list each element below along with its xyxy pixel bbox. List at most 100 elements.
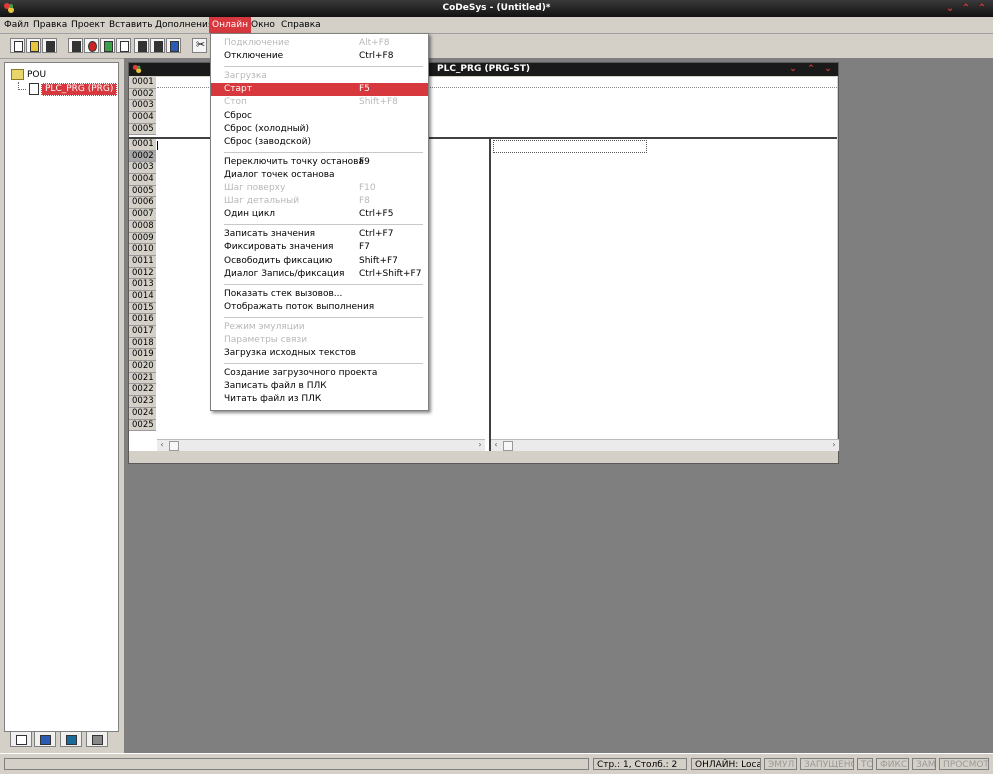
menu-separator [224, 224, 423, 226]
line-number: 0021 [129, 373, 156, 385]
build-button[interactable] [68, 38, 83, 53]
scroll-thumb[interactable] [169, 441, 179, 451]
menu-file[interactable]: Файл [1, 17, 32, 33]
menu-item-label: Стоп [224, 97, 247, 108]
tree-root-pou[interactable]: POU [11, 69, 46, 80]
menu-item[interactable]: Загрузка исходных текстов [211, 347, 428, 360]
line-number: 0005 [129, 124, 156, 136]
scroll-left-arrow[interactable]: ‹ [491, 440, 501, 450]
menu-item[interactable]: Записать значения Ctrl+F7 [211, 228, 428, 241]
menu-item-shortcut: F7 [359, 242, 370, 253]
menu-item[interactable]: Читать файл из ПЛК [211, 393, 428, 406]
menu-edit[interactable]: Правка [30, 17, 70, 33]
maximize-button[interactable]: ⌃ [959, 3, 973, 14]
data-types-icon [40, 735, 51, 745]
status-overwrite: ЗАМ [912, 758, 936, 770]
menu-separator [224, 316, 423, 318]
scroll-thumb[interactable] [503, 441, 513, 451]
menu-item-label: Диалог точек останова [224, 169, 335, 180]
stop-icon [138, 41, 147, 52]
menu-item[interactable]: Один цикл Ctrl+F5 [211, 208, 428, 221]
menu-item-label: Режим эмуляции [224, 321, 305, 332]
menu-window[interactable]: Окно [248, 17, 278, 33]
scroll-left-arrow[interactable]: ‹ [157, 440, 167, 450]
menu-item-label: Загрузка [224, 71, 267, 82]
tab-visualizations[interactable] [60, 731, 82, 747]
menu-separator [224, 283, 423, 285]
menu-insert[interactable]: Вставить [106, 17, 156, 33]
save-disk-icon [46, 41, 55, 52]
menu-help[interactable]: Справка [278, 17, 324, 33]
stop-button[interactable] [134, 38, 149, 53]
menu-item-label: Отображать поток выполнения [224, 301, 375, 312]
open-file-button[interactable] [26, 38, 41, 53]
menu-item-label: Шаг поверху [224, 183, 286, 193]
menu-item[interactable]: Переключить точку останова F9 [211, 156, 428, 169]
menu-item: Подключение Alt+F8 [211, 37, 428, 50]
login-icon [88, 41, 97, 52]
logout-button[interactable] [100, 38, 115, 53]
menu-item[interactable]: Отображать поток выполнения [211, 301, 428, 314]
line-number: 0016 [129, 314, 156, 326]
menu-item[interactable]: Диалог точек останова [211, 169, 428, 182]
menu-item[interactable]: Создание загрузочного проекта [211, 367, 428, 380]
menu-item[interactable]: Старт F5 [211, 83, 428, 97]
line-number: 0018 [129, 338, 156, 350]
tab-pous[interactable] [10, 731, 32, 747]
menu-item[interactable]: Фиксировать значения F7 [211, 241, 428, 254]
menu-item-label: Фиксировать значения [224, 242, 334, 253]
menu-extras[interactable]: Дополнения [152, 17, 216, 33]
menu-item[interactable]: Показать стек вызовов... [211, 288, 428, 301]
menu-item-label: Шаг детальный [224, 196, 300, 207]
tab-data-types[interactable] [34, 731, 56, 747]
step-over-button[interactable] [150, 38, 165, 53]
menu-item-label: Старт [224, 84, 252, 95]
scroll-right-arrow[interactable]: › [475, 440, 485, 450]
document-icon [29, 83, 39, 95]
menu-item-label: Создание загрузочного проекта [224, 368, 378, 379]
new-file-button[interactable] [10, 38, 25, 53]
menu-separator [224, 151, 423, 153]
cut-button[interactable]: ✂ [192, 38, 207, 53]
build-icon [72, 41, 81, 52]
line-number: 0019 [129, 349, 156, 362]
status-running: ЗАПУЩЕНО [800, 758, 854, 770]
online-login-button[interactable] [84, 38, 99, 53]
line-number: 0006 [129, 197, 156, 210]
tab-resources[interactable] [86, 731, 108, 747]
line-number: 0001 [129, 139, 156, 151]
close-button[interactable]: ⌃ [975, 3, 989, 14]
code-hscrollbar[interactable]: ‹ › [157, 439, 485, 451]
editor-maximize-button[interactable]: ⌃ [805, 64, 817, 74]
editor-close-button[interactable]: ⌄ [822, 64, 834, 74]
menu-item-label: Загрузка исходных текстов [224, 348, 356, 359]
menu-item[interactable]: Сброс [211, 110, 428, 123]
line-number: 0017 [129, 326, 156, 338]
menu-item[interactable]: Записать файл в ПЛК [211, 380, 428, 393]
run-button[interactable] [116, 38, 131, 53]
editor-minimize-button[interactable]: ⌄ [787, 64, 799, 74]
save-button[interactable] [42, 38, 57, 53]
menu-online[interactable]: Онлайн [209, 17, 251, 33]
step-in-icon [170, 41, 179, 52]
line-number: 0007 [129, 209, 156, 221]
menu-item[interactable]: Диалог Запись/фиксация Ctrl+Shift+F7 [211, 268, 428, 281]
toolbar: ✂ [0, 34, 993, 59]
line-number: 0009 [129, 233, 156, 245]
scroll-right-arrow[interactable]: › [829, 440, 839, 450]
tree-item-plc-prg[interactable]: PLC_PRG (PRG) [41, 83, 118, 96]
menu-item-shortcut: F9 [359, 156, 370, 167]
new-file-icon [14, 41, 23, 52]
monitor-hscrollbar[interactable]: ‹ › [491, 439, 839, 451]
menu-item[interactable]: Сброс (заводской) [211, 136, 428, 149]
menu-project[interactable]: Проект [68, 17, 108, 33]
menu-item[interactable]: Отключение Ctrl+F8 [211, 50, 428, 63]
step-in-button[interactable] [166, 38, 181, 53]
menu-item[interactable]: Освободить фиксацию Shift+F7 [211, 255, 428, 268]
online-monitor-pane[interactable]: ‹ › [489, 139, 839, 451]
menu-item[interactable]: Сброс (холодный) [211, 123, 428, 136]
minimize-button[interactable]: ⌄ [943, 3, 957, 14]
menu-item: Параметры связи [211, 334, 428, 347]
menu-item: Шаг детальный F8 [211, 195, 428, 208]
menu-item-label: Показать стек вызовов... [224, 288, 343, 299]
